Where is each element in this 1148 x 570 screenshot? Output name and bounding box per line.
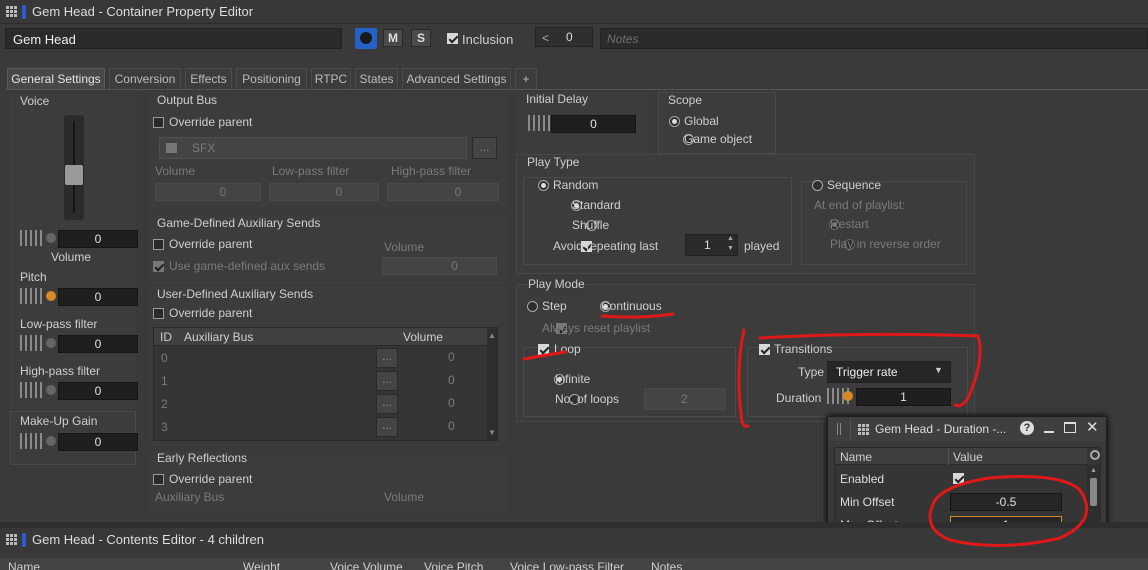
- transitions-annotation: [737, 328, 982, 428]
- offset-circle-annotation: [928, 475, 1089, 548]
- annotation-overlay: [522, 312, 1089, 548]
- loop-underline: [522, 350, 568, 361]
- continuous-underline: [600, 312, 675, 319]
